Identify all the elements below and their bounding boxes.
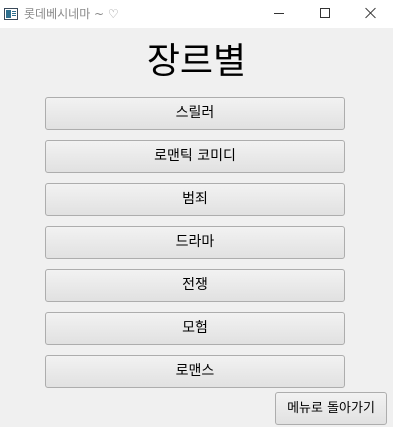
genre-button-thriller[interactable]: 스릴러 [45,97,345,130]
genre-button-crime[interactable]: 범죄 [45,183,345,216]
genre-button-drama[interactable]: 드라마 [45,226,345,259]
genre-button-romantic-comedy[interactable]: 로맨틱 코미디 [45,140,345,173]
maximize-button[interactable] [302,0,348,28]
genre-button-adventure[interactable]: 모험 [45,312,345,345]
maximize-icon [320,8,330,18]
window-title: 롯데베시네마 ~ ♡ [24,7,119,21]
app-window-icon [4,8,18,20]
minimize-icon [274,13,284,14]
close-icon [365,7,377,19]
minimize-button[interactable] [256,0,302,28]
genre-button-romance[interactable]: 로맨스 [45,355,345,388]
genre-button-list: 스릴러 로맨틱 코미디 범죄 드라마 전쟁 모험 로맨스 [45,97,345,398]
title-bar[interactable]: 롯데베시네마 ~ ♡ [0,0,393,28]
genre-button-war[interactable]: 전쟁 [45,269,345,302]
page-title: 장르별 [146,41,247,82]
close-button[interactable] [348,0,393,28]
back-to-menu-button[interactable]: 메뉴로 돌아가기 [275,392,387,425]
